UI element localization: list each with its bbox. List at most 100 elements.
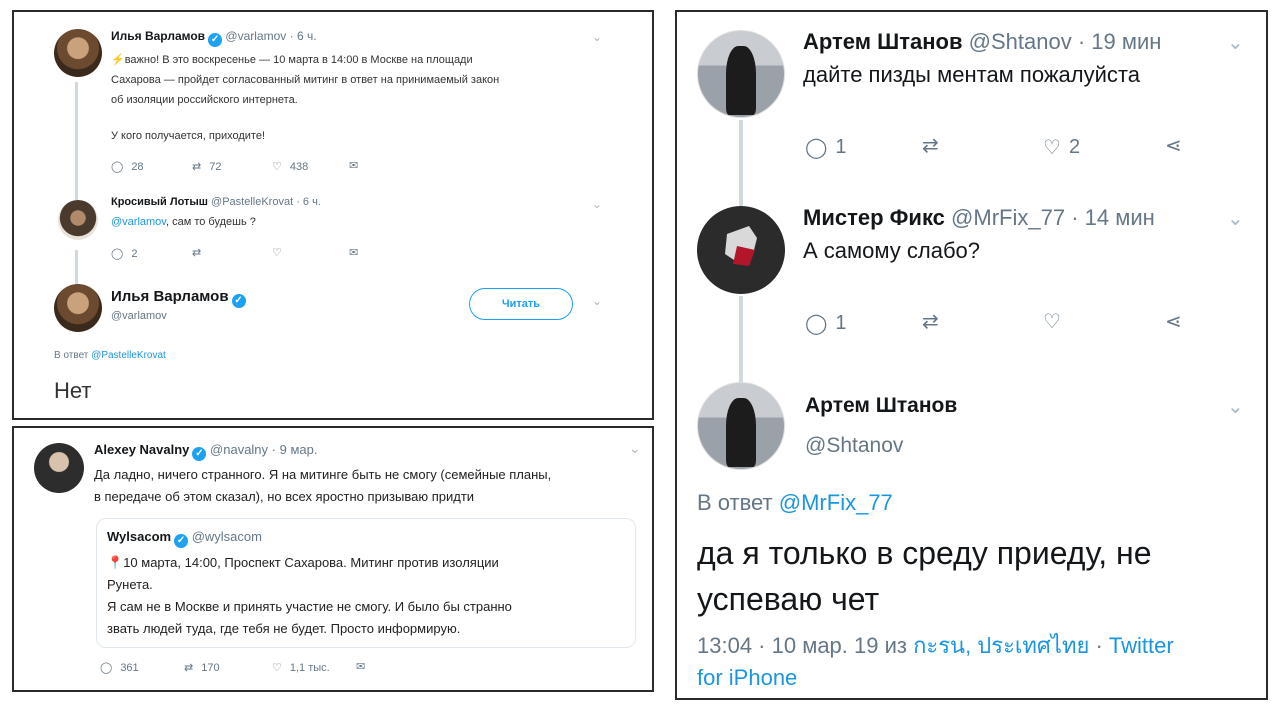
chevron-down-icon[interactable]: ⌄ xyxy=(1227,30,1244,55)
author-handle[interactable]: @varlamov xyxy=(111,310,167,322)
author-name[interactable]: Илья Варламов xyxy=(111,288,229,305)
tweet-time[interactable]: · 9 мар. xyxy=(272,442,318,457)
chevron-down-icon[interactable]: ⌄ xyxy=(592,30,602,44)
author-handle[interactable]: @navalny xyxy=(210,442,268,457)
tweet-header: Мистер Фикс @MrFix_77 · 14 мин xyxy=(803,205,1155,231)
retweet-button[interactable]: ⇄ xyxy=(922,136,939,156)
author-name[interactable]: Артем Штанов xyxy=(803,29,963,54)
avatar[interactable] xyxy=(697,30,785,118)
reply-button[interactable]: ◯ 361 xyxy=(100,662,139,674)
like-button[interactable]: ♡ 1,1 тыс. xyxy=(272,662,330,674)
screenshot-varlamov-thread: Илья Варламов ✓ @varlamov · 6 ч. ⌄ ⚡важно… xyxy=(12,10,654,420)
reply-icon: ◯ xyxy=(111,160,124,173)
tweet-time[interactable]: · 6 ч. xyxy=(290,29,317,43)
avatar[interactable] xyxy=(697,382,785,470)
like-button[interactable]: ♡ xyxy=(1043,312,1061,332)
author-handle[interactable]: @Shtanov xyxy=(969,29,1072,54)
dm-button[interactable]: ✉ xyxy=(349,161,358,172)
retweet-icon: ⇄ xyxy=(184,661,194,674)
retweet-icon: ⇄ xyxy=(922,311,939,333)
like-icon: ♡ xyxy=(272,661,282,674)
like-button[interactable]: ♡ 2 xyxy=(1043,136,1080,159)
reply-to-line: В ответ @MrFix_77 xyxy=(697,490,893,515)
avatar[interactable] xyxy=(34,443,84,493)
retweet-button[interactable]: ⇄ xyxy=(192,248,201,259)
chevron-down-icon[interactable]: ⌄ xyxy=(1227,394,1244,419)
chevron-down-icon[interactable]: ⌄ xyxy=(592,197,602,211)
reply-to-line: В ответ @PastelleKrovat xyxy=(54,350,166,361)
verified-icon: ✓ xyxy=(174,534,189,548)
avatar[interactable] xyxy=(54,284,102,332)
reply-button[interactable]: ◯ 1 xyxy=(805,312,847,335)
thread-line xyxy=(75,82,78,200)
reply-to-link[interactable]: @PastelleKrovat xyxy=(91,350,166,361)
follow-button[interactable]: Читать xyxy=(469,288,573,320)
verified-icon: ✓ xyxy=(231,294,246,308)
tweet-text: дайте пизды ментам пожалуйста xyxy=(803,62,1140,87)
quote-author-name: Wylsacom xyxy=(107,529,172,544)
share-button[interactable]: ⋖ xyxy=(1165,136,1182,156)
author-handle[interactable]: @Shtanov xyxy=(805,434,903,458)
share-icon: ⋖ xyxy=(1165,135,1182,157)
author-name[interactable]: Alexey Navalny xyxy=(94,442,189,457)
thread-line xyxy=(75,250,78,288)
thread-line xyxy=(739,296,743,386)
source-link[interactable]: Twitter xyxy=(1109,633,1174,658)
author-name[interactable]: Артем Штанов xyxy=(805,394,957,418)
location-link[interactable]: กะรน, ประเทศไทย xyxy=(913,633,1089,658)
author-name[interactable]: Мистер Фикс xyxy=(803,205,945,230)
quote-text: 📍10 марта, 14:00, Проспект Сахарова. Мит… xyxy=(107,555,512,636)
quote-author-handle: @wylsacom xyxy=(191,529,262,544)
author-handle[interactable]: @PastelleKrovat xyxy=(211,196,293,208)
thread-line xyxy=(739,120,743,212)
reply-button[interactable]: ◯ 1 xyxy=(805,136,847,159)
pin-icon: 📍 xyxy=(107,555,124,570)
chevron-down-icon[interactable]: ⌄ xyxy=(629,440,641,457)
share-icon: ⋖ xyxy=(1165,311,1182,333)
like-icon: ♡ xyxy=(272,247,282,259)
tweet-text: @varlamov, сам то будешь ? xyxy=(111,216,256,228)
chevron-down-icon[interactable]: ⌄ xyxy=(1227,206,1244,231)
tweet-timestamp[interactable]: 13:04 · 10 мар. 19 из xyxy=(697,633,907,658)
quote-header: Wylsacom ✓ @wylsacom xyxy=(107,529,262,548)
share-button[interactable]: ⋖ xyxy=(1165,312,1182,332)
tweet-time[interactable]: · 14 мин xyxy=(1071,205,1155,230)
mention-link[interactable]: @varlamov xyxy=(111,216,166,228)
retweet-icon: ⇄ xyxy=(192,160,202,173)
reply-button[interactable]: ◯ 2 xyxy=(111,248,137,260)
author-name[interactable]: Кросивый Лотыш xyxy=(111,196,208,208)
tweet-time[interactable]: · 19 мин xyxy=(1078,29,1162,54)
avatar[interactable] xyxy=(58,200,98,240)
verified-icon: ✓ xyxy=(208,33,223,47)
reply-icon: ◯ xyxy=(111,247,124,260)
dm-button[interactable]: ✉ xyxy=(356,662,365,673)
reply-icon: ◯ xyxy=(100,661,113,674)
retweet-button[interactable]: ⇄ 170 xyxy=(184,662,220,674)
screenshot-shtanov-thread: Артем Штанов @Shtanov · 19 мин ⌄ дайте п… xyxy=(675,10,1268,700)
avatar-artwork xyxy=(725,226,757,266)
author-handle[interactable]: @varlamov xyxy=(225,29,286,43)
like-button[interactable]: ♡ 438 xyxy=(272,161,308,173)
author-name[interactable]: Илья Варламов xyxy=(111,29,205,43)
like-icon: ♡ xyxy=(272,160,282,173)
reply-button[interactable]: ◯ 28 xyxy=(111,161,144,173)
source-link-cont[interactable]: for iPhone xyxy=(697,662,1174,694)
like-button[interactable]: ♡ xyxy=(272,248,282,259)
quoted-tweet[interactable]: Wylsacom ✓ @wylsacom 📍10 марта, 14:00, Пр… xyxy=(96,518,636,648)
verified-icon: ✓ xyxy=(192,447,207,461)
retweet-icon: ⇄ xyxy=(922,135,939,157)
tweet-time[interactable]: · 6 ч. xyxy=(296,196,321,208)
tweet-header: Alexey Navalny ✓ @navalny · 9 мар. xyxy=(94,442,317,461)
reply-to-link[interactable]: @MrFix_77 xyxy=(779,490,893,515)
avatar[interactable] xyxy=(54,29,102,77)
chevron-down-icon[interactable]: ⌄ xyxy=(592,294,602,308)
bolt-icon: ⚡ xyxy=(111,54,125,66)
tweet-header: Илья Варламов ✓ @varlamov · 6 ч. xyxy=(111,29,317,47)
retweet-button[interactable]: ⇄ xyxy=(922,312,939,332)
dm-button[interactable]: ✉ xyxy=(349,248,358,259)
author-handle[interactable]: @MrFix_77 xyxy=(951,205,1065,230)
avatar[interactable] xyxy=(697,206,785,294)
tweet-text: ⚡важно! В это воскресенье — 10 марта в 1… xyxy=(111,54,500,142)
retweet-button[interactable]: ⇄ 72 xyxy=(192,161,221,173)
tweet-text: Да ладно, ничего странного. Я на митинге… xyxy=(94,467,552,504)
